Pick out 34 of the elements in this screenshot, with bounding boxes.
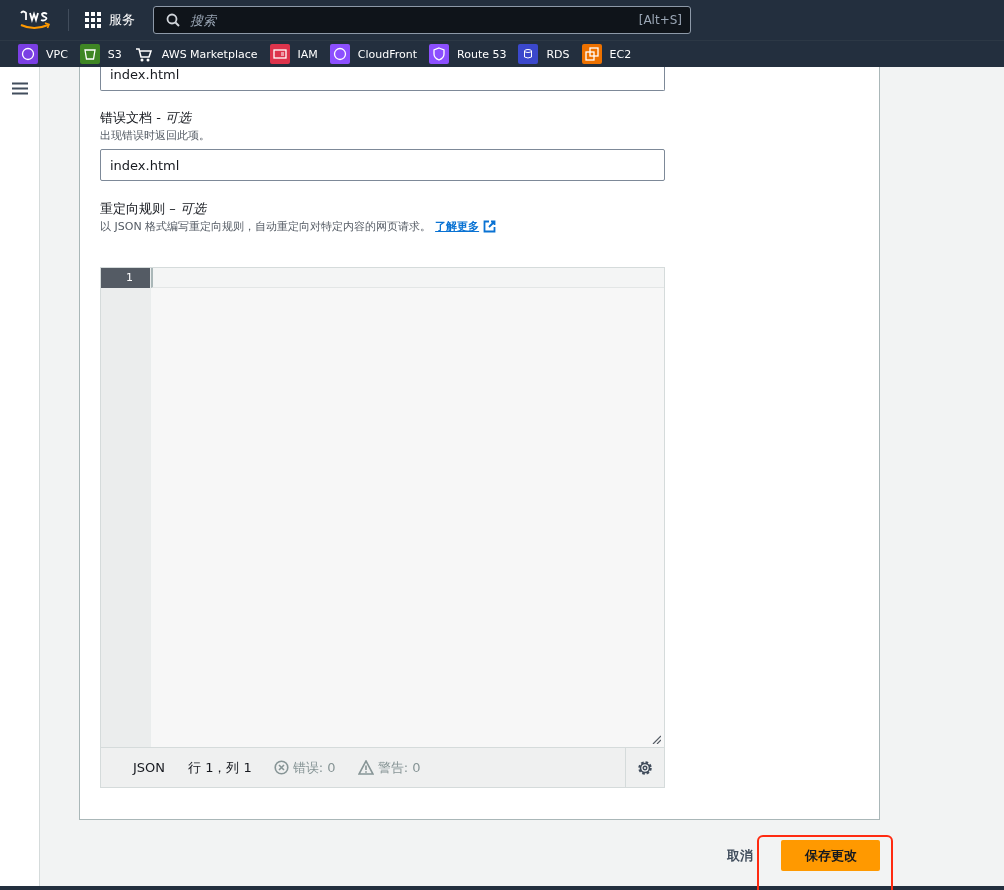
menu-icon[interactable] bbox=[12, 82, 28, 95]
search-input[interactable]: 搜索 bbox=[188, 11, 631, 29]
favorite-link[interactable]: Route 53 bbox=[429, 44, 507, 64]
favorite-link[interactable]: CloudFront bbox=[329, 44, 418, 64]
cursor-position: 行 1，列 1 bbox=[188, 758, 252, 777]
input-field[interactable]: index.html bbox=[100, 67, 665, 91]
field-label: 重定向规则 – 可选 bbox=[100, 200, 208, 218]
field-label: 错误文档 - 可选 bbox=[100, 109, 193, 127]
field-description: 以 JSON 格式编写重定向规则，自动重定向对特定内容的网页请求。 bbox=[100, 219, 432, 235]
language-label: JSON bbox=[133, 760, 166, 775]
favorite-link[interactable]: RDS bbox=[518, 44, 570, 64]
favorite-link[interactable]: VPC bbox=[18, 44, 68, 64]
code-editor[interactable]: 1 JSON 行 1，列 1 错误: 0 警告: 0 bbox=[100, 267, 665, 788]
save-button[interactable]: 保存更改 bbox=[781, 840, 880, 871]
search-bar[interactable]: 搜索 [Alt+S] bbox=[153, 6, 691, 34]
shortcut-hint: [Alt+S] bbox=[638, 13, 682, 27]
favorite-link[interactable]: AWS Marketplace bbox=[133, 44, 258, 64]
external-link-icon bbox=[483, 220, 497, 233]
field-description: 出现错误时返回此项。 bbox=[100, 128, 211, 144]
favorite-link[interactable]: EC2 bbox=[581, 44, 632, 64]
learn-more-link[interactable]: 了解更多 bbox=[435, 219, 480, 234]
cancel-button[interactable]: 取消 bbox=[727, 846, 753, 865]
favorite-link[interactable]: IAM bbox=[269, 44, 318, 64]
grid-menu-icon[interactable] bbox=[85, 12, 101, 28]
warning-icon bbox=[357, 760, 374, 775]
settings-icon[interactable] bbox=[636, 758, 654, 777]
error-icon bbox=[273, 760, 289, 775]
search-icon bbox=[166, 13, 180, 27]
resize-handle-icon[interactable] bbox=[651, 734, 661, 744]
favorite-link[interactable]: S3 bbox=[79, 44, 122, 64]
line-number: 1 bbox=[101, 268, 150, 288]
services-menu[interactable]: 服务 bbox=[109, 11, 135, 29]
input-field[interactable]: index.html bbox=[100, 149, 665, 181]
aws-logo-icon[interactable] bbox=[18, 9, 52, 31]
